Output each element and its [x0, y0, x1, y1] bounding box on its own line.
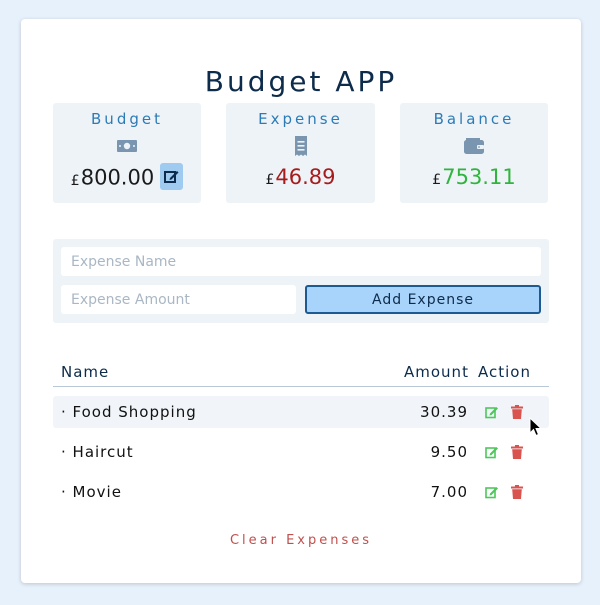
- expense-currency: £: [265, 172, 275, 188]
- expense-amount: 46.89: [275, 165, 336, 189]
- edit-icon[interactable]: [485, 445, 499, 459]
- clear-expenses-button[interactable]: Clear Expenses: [21, 533, 581, 548]
- balance-value: £753.11: [400, 165, 548, 192]
- balance-panel: Balance £753.11: [400, 103, 548, 203]
- budget-label: Budget: [91, 110, 163, 128]
- edit-icon[interactable]: [485, 405, 499, 419]
- expense-label: Expense: [258, 110, 343, 128]
- expense-name: · Food Shopping: [61, 403, 197, 421]
- action-column-header: Action: [478, 363, 531, 381]
- wallet-icon: [464, 138, 484, 154]
- name-column-header: Name: [61, 363, 110, 381]
- table-row: · Movie 7.00: [53, 476, 549, 508]
- expense-name: · Movie: [61, 483, 122, 501]
- budget-app-card: Budget APP Budget £800.00 Expense £46.89…: [21, 19, 581, 583]
- add-expense-button[interactable]: Add Expense: [305, 285, 541, 314]
- edit-icon[interactable]: [485, 485, 499, 499]
- balance-label: Balance: [433, 110, 515, 128]
- edit-icon: [164, 171, 179, 183]
- amount-column-header: Amount: [404, 363, 469, 381]
- budget-currency: £: [70, 172, 80, 189]
- money-bill-icon: [117, 140, 137, 152]
- balance-amount: 753.11: [442, 165, 516, 189]
- table-row: · Food Shopping 30.39: [53, 396, 549, 428]
- receipt-icon: [294, 136, 307, 156]
- app-title: Budget APP: [204, 65, 398, 98]
- mouse-cursor-icon: [529, 417, 542, 437]
- table-header-divider: [53, 386, 549, 387]
- expense-amount: 30.39: [420, 403, 468, 421]
- trash-icon[interactable]: [511, 445, 523, 459]
- budget-panel: Budget £800.00: [53, 103, 201, 203]
- expense-amount-input[interactable]: [61, 285, 296, 314]
- trash-icon[interactable]: [511, 405, 523, 419]
- expense-name-input[interactable]: [61, 247, 541, 276]
- add-expense-form: Add Expense: [53, 239, 549, 323]
- expense-panel: Expense £46.89: [226, 103, 375, 203]
- trash-icon[interactable]: [511, 485, 523, 499]
- expense-amount: 9.50: [430, 443, 468, 461]
- expense-amount: 7.00: [430, 483, 468, 501]
- balance-currency: £: [432, 172, 442, 188]
- table-row: · Haircut 9.50: [53, 436, 549, 468]
- expense-name: · Haircut: [61, 443, 134, 461]
- budget-amount: 800.00: [80, 165, 155, 190]
- edit-budget-button[interactable]: [160, 163, 184, 190]
- expense-value: £46.89: [226, 165, 375, 192]
- budget-value: £800.00: [53, 163, 201, 193]
